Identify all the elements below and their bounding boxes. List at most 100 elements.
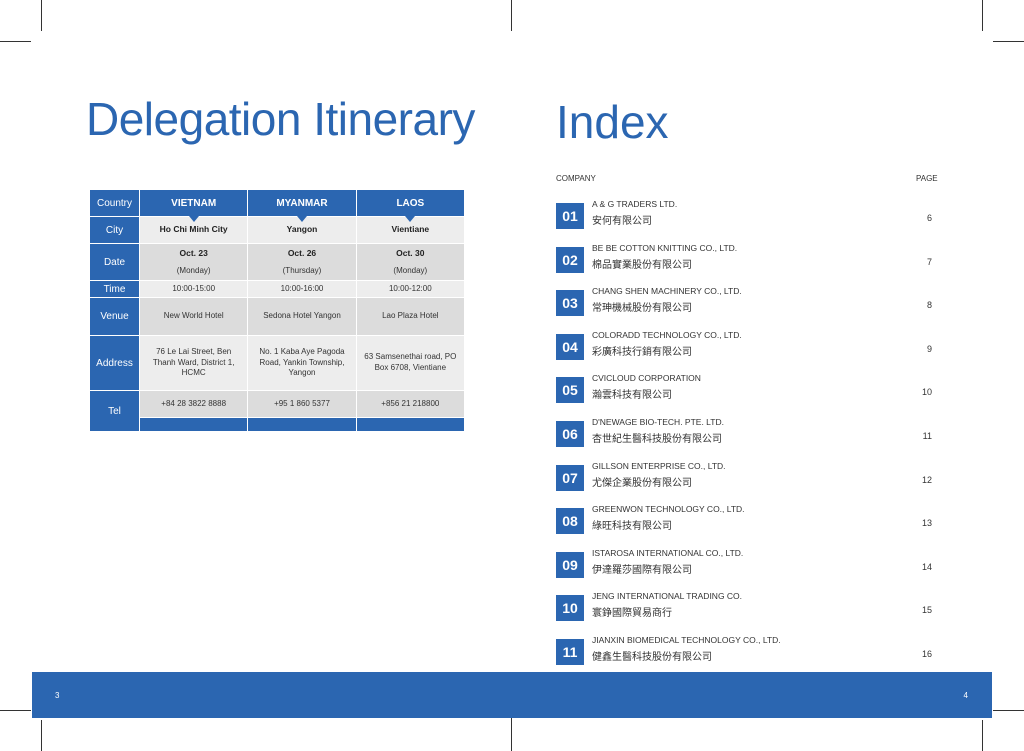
row-label-venue: Venue <box>89 297 140 336</box>
company-name-en: COLORADD TECHNOLOGY CO., LTD. <box>592 329 742 340</box>
country-header: VIETNAM <box>138 189 249 222</box>
page-ref: 11 <box>922 431 932 441</box>
row-label-country: Country <box>89 189 140 217</box>
page-ref: 13 <box>921 518 932 529</box>
page-ref: 7 <box>926 256 932 267</box>
index-number-badge: 02 <box>556 246 584 273</box>
time-cell: 10:00-15:00 <box>138 280 249 298</box>
tel-cell: +84 28 3822 8888 <box>138 390 249 418</box>
crop-mark <box>982 720 983 751</box>
crop-mark <box>41 0 42 31</box>
crop-mark <box>0 710 31 711</box>
company-name-zh: 杏世紀生醫科技股份有限公司 <box>592 434 722 445</box>
date-cell: Oct. 30 (Monday) <box>355 243 466 281</box>
table-footer-bar <box>247 417 357 432</box>
table-footer-bar <box>138 417 249 432</box>
row-label-address: Address <box>89 335 140 391</box>
company-name-en: GREENWON TECHNOLOGY CO., LTD. <box>592 504 745 515</box>
page-ref: 8 <box>926 300 932 311</box>
company-name-en: JENG INTERNATIONAL TRADING CO. <box>592 591 743 602</box>
index-number-badge: 09 <box>556 551 584 578</box>
itinerary-title: Delegation Itinerary <box>86 93 475 145</box>
row-label-time: Time <box>89 280 140 298</box>
index-entry: 08 GREENWON TECHNOLOGY CO., LTD. 綠旺科技有限公司 1… <box>556 504 936 538</box>
crop-mark <box>511 0 512 31</box>
page-ref: 6 <box>926 213 932 223</box>
crop-mark <box>993 41 1024 42</box>
company-name-zh: 彩廣科技行銷有限公司 <box>592 346 692 358</box>
index-number-badge: 10 <box>556 595 584 622</box>
footer-band: 3 4 <box>32 672 992 718</box>
tel-cell: +856 21 218800 <box>355 390 466 418</box>
date-cell: Oct. 23 (Monday) <box>138 243 249 281</box>
country-header: MYANMAR <box>247 189 357 222</box>
tel-cell: +95 1 860 5377 <box>247 390 357 418</box>
company-name-zh: 常珅機械股份有限公司 <box>592 303 692 315</box>
company-name-en: CVICLOUD CORPORATION <box>592 373 701 384</box>
company-name-zh: 寰錚國際貿易商行 <box>592 608 672 620</box>
address-cell: 76 Le Lai Street, Ben Thanh Ward, Distri… <box>138 335 249 391</box>
index-number-badge: 04 <box>556 333 584 360</box>
index-entry: 03 CHANG SHEN MACHINERY CO., LTD. 常珅機械股份有限… <box>556 286 936 320</box>
company-name-zh: 安何有限公司 <box>592 216 652 227</box>
company-name-en: BE BE COTTON KNITTING CO., LTD. <box>592 242 738 253</box>
crop-mark <box>982 0 983 31</box>
venue-cell: Sedona Hotel Yangon <box>247 297 357 336</box>
index-entry: 09 ISTAROSA INTERNATIONAL CO., LTD. 伊達羅莎國際… <box>556 548 936 582</box>
right-page-number: 4 <box>963 691 968 700</box>
crop-mark <box>993 710 1024 711</box>
company-name-en: A & G TRADERS LTD. <box>592 199 678 209</box>
company-name-zh: 棉品實業股份有限公司 <box>592 259 692 271</box>
page-ref: 9 <box>926 343 932 354</box>
crop-mark <box>41 720 42 751</box>
index-number-badge: 08 <box>556 508 584 535</box>
row-label-tel: Tel <box>89 390 140 432</box>
company-name-zh: 綠旺科技有限公司 <box>592 521 672 533</box>
crop-mark <box>511 716 512 751</box>
company-name-en: JIANXIN BIOMEDICAL TECHNOLOGY CO., LTD. <box>592 635 781 645</box>
company-name-en: CHANG SHEN MACHINERY CO., LTD. <box>592 286 742 297</box>
row-label-city: City <box>89 216 140 244</box>
company-column-header: COMPANY <box>556 174 596 183</box>
venue-cell: Lao Plaza Hotel <box>355 297 466 336</box>
index-entry: 02 BE BE COTTON KNITTING CO., LTD. 棉品實業股份有… <box>556 243 936 277</box>
company-name-en: GILLSON ENTERPRISE CO., LTD. <box>592 460 726 471</box>
itinerary-table: Country VIETNAM MYANMAR LAOS City Ho Chi… <box>89 189 466 432</box>
index-number-badge: 01 <box>556 203 584 229</box>
page-ref: 14 <box>921 561 932 572</box>
company-name-en: ISTAROSA INTERNATIONAL CO., LTD. <box>592 547 744 558</box>
index-entry: 11 JIANXIN BIOMEDICAL TECHNOLOGY CO., LTD… <box>556 635 936 669</box>
venue-cell: New World Hotel <box>138 297 249 336</box>
time-cell: 10:00-16:00 <box>247 280 357 298</box>
company-name-zh: 瀚雲科技有限公司 <box>592 390 672 402</box>
index-entry: 06 D'NEWAGE BIO-TECH. PTE. LTD. 杏世紀生醫科技股份有… <box>556 417 936 451</box>
company-name-en: D'NEWAGE BIO-TECH. PTE. LTD. <box>592 417 724 427</box>
index-number-badge: 05 <box>556 377 584 404</box>
company-name-zh: 伊達羅莎國際有限公司 <box>592 564 692 576</box>
index-entry: 10 JENG INTERNATIONAL TRADING CO. 寰錚國際貿易商行… <box>556 591 936 625</box>
index-entry: 04 COLORADD TECHNOLOGY CO., LTD. 彩廣科技行銷有限公… <box>556 330 936 364</box>
row-label-date: Date <box>89 243 140 281</box>
address-cell: 63 Samsenethai road, PO Box 6708, Vienti… <box>355 335 466 391</box>
page-ref: 12 <box>921 474 932 485</box>
page-column-header: PAGE <box>916 174 938 183</box>
page-ref: 10 <box>921 387 932 398</box>
index-entry: 01 A & G TRADERS LTD. 安何有限公司 6 <box>556 199 936 233</box>
address-cell: No. 1 Kaba Aye Pagoda Road, Yankin Towns… <box>247 335 357 391</box>
index-title: Index <box>556 96 669 148</box>
index-number-badge: 06 <box>556 421 584 447</box>
index-number-badge: 11 <box>556 639 584 665</box>
country-header: LAOS <box>355 189 466 222</box>
time-cell: 10:00-12:00 <box>355 280 466 298</box>
page-ref: 16 <box>921 649 932 659</box>
left-page-number: 3 <box>55 691 60 700</box>
table-footer-bar <box>355 417 466 432</box>
date-cell: Oct. 26 (Thursday) <box>247 243 357 281</box>
crop-mark <box>0 41 31 42</box>
index-entry: 07 GILLSON ENTERPRISE CO., LTD. 尤傑企業股份有限公司… <box>556 461 936 495</box>
company-name-zh: 尤傑企業股份有限公司 <box>592 477 692 489</box>
index-entry: 05 CVICLOUD CORPORATION 瀚雲科技有限公司 10 <box>556 373 936 407</box>
index-number-badge: 03 <box>556 290 584 317</box>
page-ref: 15 <box>921 605 932 616</box>
index-number-badge: 07 <box>556 464 584 491</box>
